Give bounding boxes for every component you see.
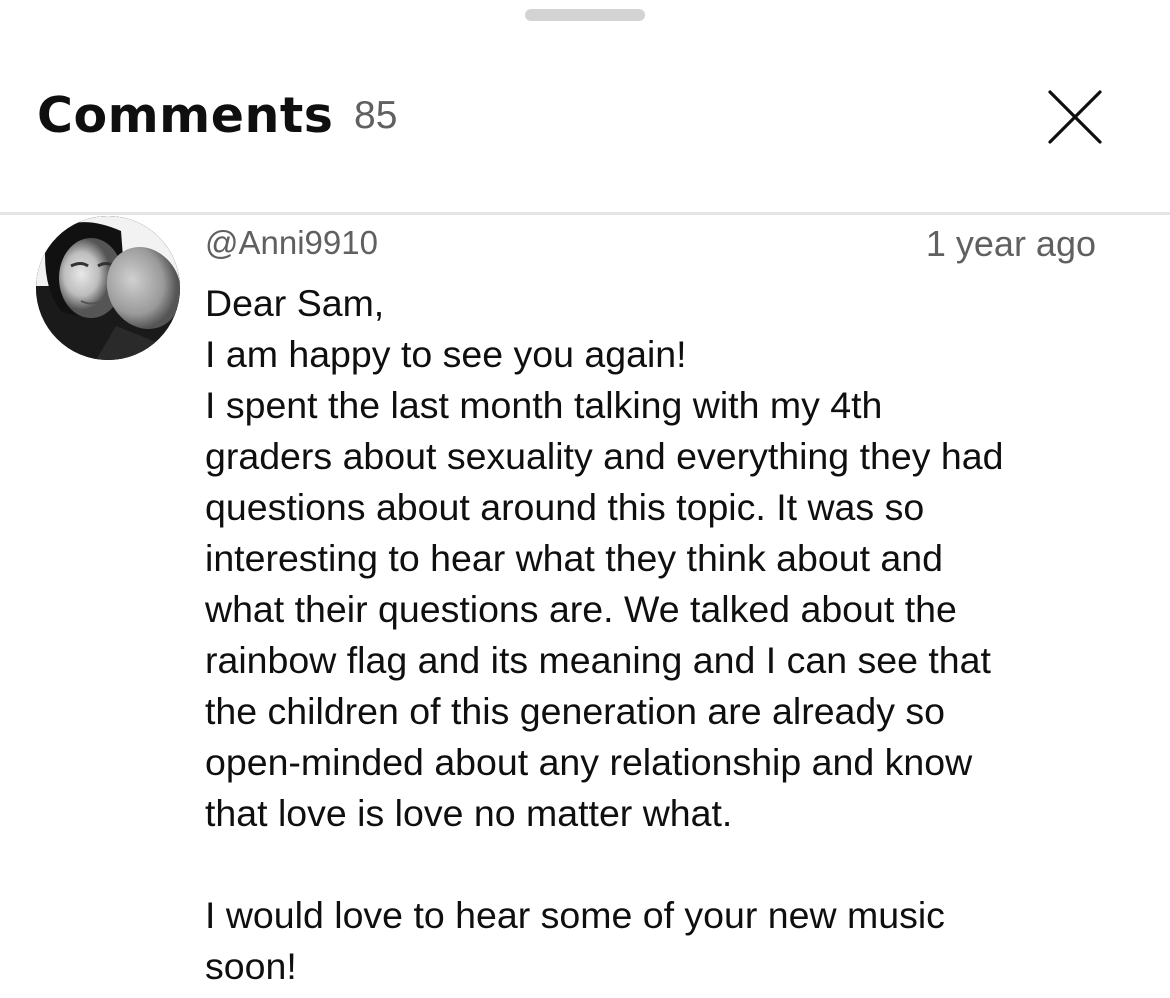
close-button[interactable]: [1040, 82, 1110, 152]
paragraph-break: [205, 839, 1105, 890]
comment-line: that love is love no matter what.: [205, 792, 733, 834]
comment-item: @Anni9910 1 year ago Dear Sam, I am happ…: [0, 215, 1170, 998]
comment-author[interactable]: @Anni9910: [205, 223, 378, 263]
comment-line: what their questions are. We talked abou…: [205, 588, 957, 630]
comment-line: the children of this generation are alre…: [205, 690, 946, 732]
comments-sheet: Comments 85 @Anni9910 1 year ago Dear Sa…: [0, 0, 1170, 998]
comment-text: Dear Sam, I am happy to see you again! I…: [205, 278, 1105, 992]
avatar-image: [36, 216, 180, 360]
comments-title: Comments: [37, 87, 334, 144]
comment-line: soon!: [205, 945, 297, 987]
comment-line: I am happy to see you again!: [205, 333, 687, 375]
comment-line: open-minded about any relationship and k…: [205, 741, 973, 783]
comment-line: interesting to hear what they think abou…: [205, 537, 943, 579]
comment-line: Dear Sam,: [205, 282, 385, 324]
close-icon: [1048, 90, 1102, 144]
avatar[interactable]: [36, 216, 180, 360]
comment-line: graders about sexuality and everything t…: [205, 435, 1004, 477]
comments-count: 85: [354, 94, 398, 137]
comments-header: Comments 85: [0, 0, 1170, 214]
comment-line: I spent the last month talking with my 4…: [205, 384, 883, 426]
comment-line: I would love to hear some of your new mu…: [205, 894, 945, 936]
comment-line: rainbow flag and its meaning and I can s…: [205, 639, 991, 681]
comment-line: questions about around this topic. It wa…: [205, 486, 925, 528]
comment-timestamp: 1 year ago: [925, 223, 1096, 264]
